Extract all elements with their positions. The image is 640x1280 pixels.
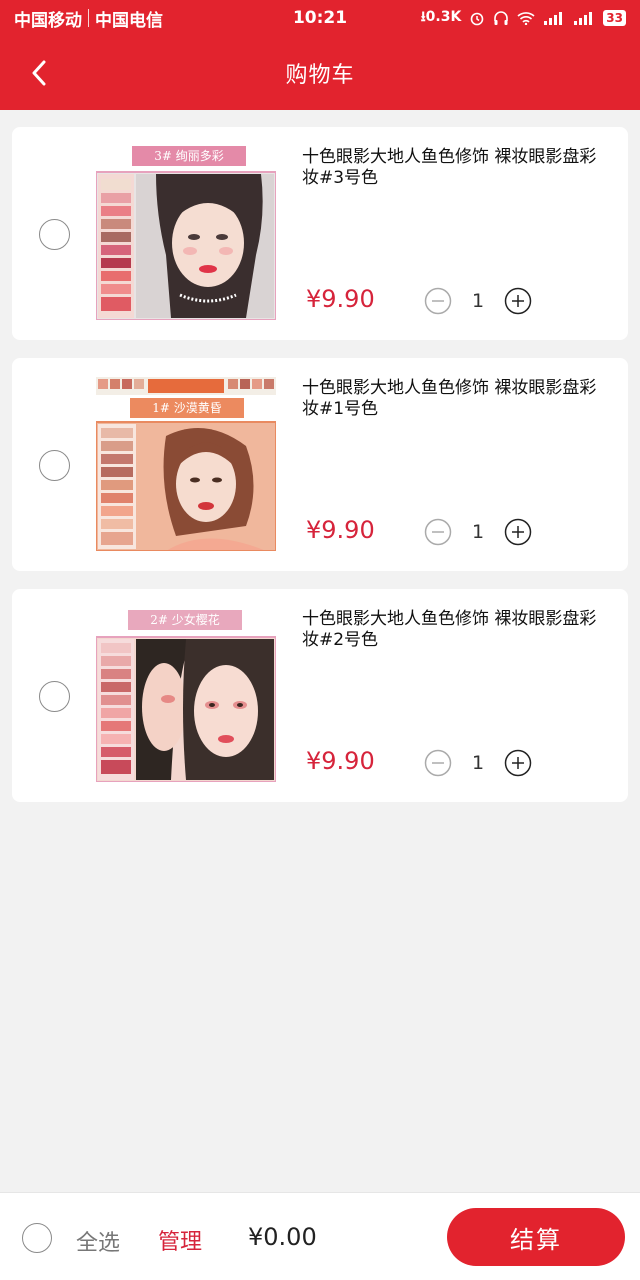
plus-icon [504, 749, 532, 777]
product-title[interactable]: 十色眼影大地人鱼色修饰 裸妆眼影盘彩妆#1号色 [302, 378, 602, 420]
increase-button[interactable] [504, 749, 532, 777]
back-button[interactable] [22, 56, 56, 90]
increase-button[interactable] [504, 287, 532, 315]
minus-icon [424, 518, 452, 546]
quantity-value: 1 [471, 521, 485, 543]
top-bar: 中国移动 中国电信 10:21 ⭳0.3K 33 购物车 [0, 0, 640, 110]
page-title: 购物车 [285, 63, 355, 88]
alarm-icon [470, 12, 484, 26]
status-icons: ⭳0.3K 33 [421, 6, 626, 30]
product-title[interactable]: 十色眼影大地人鱼色修饰 裸妆眼影盘彩妆#3号色 [302, 147, 602, 189]
headphones-icon [494, 11, 509, 25]
increase-button[interactable] [504, 518, 532, 546]
net-speed: ⭳0.3K [421, 6, 462, 30]
nav-bar: 购物车 [0, 36, 640, 110]
cart-item: 3# 绚丽多彩 十色眼影大地人鱼色修饰 裸妆眼影盘彩妆#3号色 ¥9.90 1 [12, 127, 628, 340]
signal-icon [544, 12, 563, 25]
quantity-value: 1 [471, 290, 485, 312]
product-image[interactable]: 1# 沙漠黄昏 [96, 376, 276, 551]
battery-icon: 33 [603, 10, 626, 26]
minus-icon [424, 287, 452, 315]
status-bar: 中国移动 中国电信 10:21 ⭳0.3K 33 [0, 0, 640, 36]
quantity-stepper: 1 [424, 287, 532, 315]
minus-icon [424, 749, 452, 777]
checkout-bar: 全选 管理 ¥0.00 结算 [0, 1192, 640, 1280]
select-all-label[interactable]: 全选 [76, 1225, 120, 1257]
carrier-divider [88, 9, 89, 27]
product-banner: 1# 沙漠黄昏 [152, 401, 222, 415]
total-price: ¥0.00 [248, 1223, 317, 1251]
signal-icon-2 [574, 12, 593, 25]
quantity-stepper: 1 [424, 518, 532, 546]
carrier-group: 中国移动 中国电信 [14, 6, 163, 31]
item-checkbox[interactable] [39, 219, 70, 250]
decrease-button[interactable] [424, 749, 452, 777]
net-speed-value: 0.3K [425, 9, 462, 25]
product-banner: 3# 绚丽多彩 [154, 149, 224, 163]
product-price: ¥9.90 [306, 285, 375, 313]
manage-button[interactable]: 管理 [158, 1224, 202, 1256]
product-title[interactable]: 十色眼影大地人鱼色修饰 裸妆眼影盘彩妆#2号色 [302, 609, 602, 651]
plus-icon [504, 518, 532, 546]
product-image[interactable]: 2# 少女樱花 [96, 607, 276, 782]
carrier-1: 中国移动 [14, 10, 82, 31]
carrier-2: 中国电信 [95, 10, 163, 31]
quantity-stepper: 1 [424, 749, 532, 777]
quantity-value: 1 [471, 752, 485, 774]
decrease-button[interactable] [424, 518, 452, 546]
cart-item: 2# 少女樱花 十色眼影大地人鱼色修饰 裸妆眼影盘彩妆#2号色 ¥9.90 1 [12, 589, 628, 802]
item-checkbox[interactable] [39, 681, 70, 712]
product-price: ¥9.90 [306, 516, 375, 544]
decrease-button[interactable] [424, 287, 452, 315]
product-price: ¥9.90 [306, 747, 375, 775]
product-banner: 2# 少女樱花 [150, 612, 220, 627]
item-checkbox[interactable] [39, 450, 70, 481]
cart-item: 1# 沙漠黄昏 十色眼影大地人鱼色修饰 裸妆眼影盘彩妆#1号色 ¥9.90 1 [12, 358, 628, 571]
product-image[interactable]: 3# 绚丽多彩 [96, 145, 276, 320]
chevron-left-icon [32, 60, 46, 86]
checkout-button[interactable]: 结算 [447, 1208, 625, 1266]
wifi-icon [517, 12, 535, 25]
select-all-checkbox[interactable] [22, 1223, 52, 1253]
plus-icon [504, 287, 532, 315]
